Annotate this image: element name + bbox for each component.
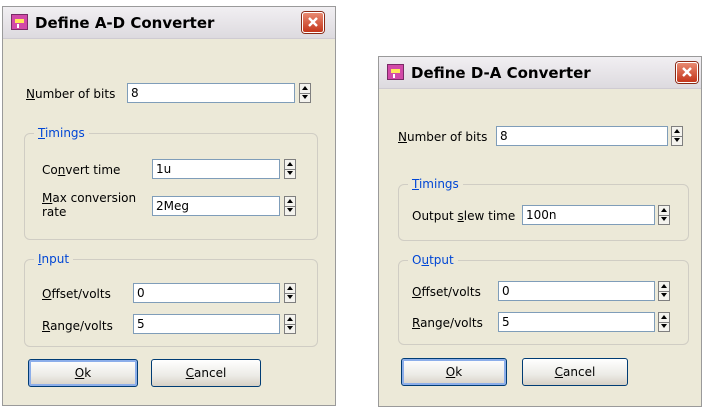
da-converter-dialog: Define D-A Converter Number of bits Timi… [378,56,702,407]
spin-down-arrow-icon[interactable] [300,93,310,102]
spin-down-arrow-icon[interactable] [285,169,295,178]
ad-offset-input[interactable] [134,284,279,302]
spin-down-arrow-icon[interactable] [285,293,295,302]
da-output-group: Output [398,253,689,345]
da-slew-input[interactable] [523,206,654,224]
spin-down-arrow-icon[interactable] [659,322,669,331]
da-dialog-title: Define D-A Converter [411,64,591,82]
spin-down-arrow-icon[interactable] [659,215,669,224]
ad-convert-time-input[interactable] [153,160,279,178]
da-close-button[interactable] [676,62,698,83]
ad-ok-button[interactable]: Ok [28,359,138,387]
da-timings-legend: Timings [408,177,463,191]
spin-down-arrow-icon[interactable] [285,206,295,215]
ad-input-legend: Input [34,252,74,266]
ad-converter-dialog: Define A-D Converter Number of bits Timi… [2,6,336,406]
da-offset-input[interactable] [499,282,654,300]
ad-cancel-button[interactable]: Cancel [151,359,261,387]
ad-range-spinner[interactable] [284,314,296,334]
da-title-bar[interactable]: Define D-A Converter [379,57,701,89]
ad-convert-time-spinner[interactable] [284,159,296,179]
da-offset-spinner[interactable] [658,281,670,301]
da-offset-field[interactable] [498,281,655,301]
app-icon [387,64,404,80]
spin-down-arrow-icon[interactable] [659,291,669,300]
ad-bits-spinner[interactable] [299,83,311,103]
da-bits-input[interactable] [497,127,667,145]
ad-bits-label: Number of bits [26,87,116,101]
spin-down-arrow-icon[interactable] [672,136,682,145]
ad-convert-time-label: Convert time [42,163,121,177]
ad-close-button[interactable] [302,12,324,33]
ad-offset-label: Offset/volts [42,287,111,301]
ad-offset-field[interactable] [133,283,280,303]
da-range-field[interactable] [498,312,655,332]
ad-timings-legend: Timings [34,126,89,140]
da-range-input[interactable] [499,313,654,331]
spin-down-arrow-icon[interactable] [285,324,295,333]
ad-bits-field[interactable] [127,83,295,103]
ad-range-field[interactable] [133,314,280,334]
app-icon [11,14,28,30]
ad-range-input[interactable] [134,315,279,333]
ad-max-rate-input[interactable] [153,197,279,215]
da-slew-spinner[interactable] [658,205,670,225]
ad-dialog-title: Define A-D Converter [35,14,215,32]
da-slew-field[interactable] [522,205,655,225]
close-icon [682,67,692,77]
da-output-legend: Output [408,253,458,267]
da-bits-field[interactable] [496,126,668,146]
da-range-spinner[interactable] [658,312,670,332]
da-cancel-button[interactable]: Cancel [522,358,628,386]
da-range-label: Range/volts [412,316,483,330]
ad-bits-input[interactable] [128,84,294,102]
da-bits-spinner[interactable] [671,126,683,146]
close-icon [308,17,318,27]
ad-max-rate-label: Max conversion rate [42,191,137,219]
da-slew-label: Output slew time [412,209,516,223]
da-offset-label: Offset/volts [412,285,481,299]
ad-timings-group: Timings [24,126,318,240]
da-bits-label: Number of bits [398,130,488,144]
ad-convert-time-field[interactable] [152,159,280,179]
ad-title-bar[interactable]: Define A-D Converter [3,7,335,39]
ad-range-label: Range/volts [42,319,113,333]
ad-max-rate-spinner[interactable] [284,196,296,216]
ad-offset-spinner[interactable] [284,283,296,303]
da-ok-button[interactable]: Ok [401,358,507,386]
ad-max-rate-field[interactable] [152,196,280,216]
